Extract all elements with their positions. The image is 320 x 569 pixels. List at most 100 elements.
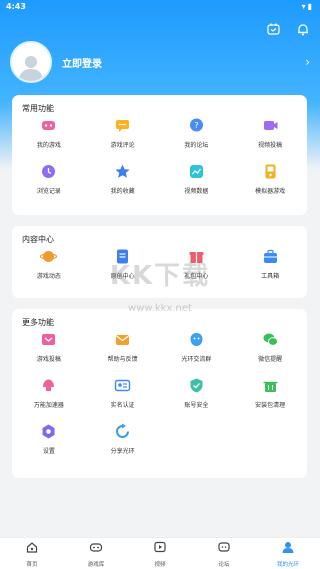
tab-4[interactable]: 我的光环 — [256, 538, 320, 569]
function-item-label: 我的论坛 — [184, 142, 209, 149]
function-item-label: 帮助与反馈 — [107, 356, 138, 363]
shield-icon — [188, 377, 205, 394]
function-item-label: 分享光环 — [110, 448, 135, 455]
help-icon — [114, 331, 131, 348]
share-icon — [114, 423, 131, 440]
comment-icon — [114, 117, 131, 134]
bottom-tab-bar: 首页 游戏库 视频 论坛 我的光环 — [0, 537, 320, 569]
star-icon — [114, 163, 131, 180]
function-item-label: 视频投稿 — [258, 142, 283, 149]
tab-label: 我的光环 — [276, 562, 299, 568]
home-icon — [25, 539, 39, 558]
status-bar: 4:43 ▾▮ — [0, 0, 320, 14]
function-item[interactable]: ? 我的论坛 — [160, 117, 234, 149]
section-title: 更多功能 — [22, 318, 54, 327]
svg-text:?: ? — [194, 121, 198, 130]
toolbox-icon — [262, 248, 279, 265]
gear-icon — [40, 423, 57, 440]
function-item[interactable]: 账号安全 — [160, 377, 234, 409]
function-item-label: 游戏投稿 — [36, 356, 61, 363]
section-content-center: 内容中心 游戏动态 原创中心 礼包中心 工具箱 — [12, 226, 307, 298]
function-item[interactable]: 原创中心 — [86, 248, 160, 280]
tab-3[interactable]: 论坛 — [192, 538, 256, 569]
function-item[interactable]: 光环交流群 — [160, 331, 234, 363]
function-item[interactable]: 游戏投稿 — [12, 331, 86, 363]
game-submit-icon — [40, 331, 57, 348]
chart-icon — [188, 163, 205, 180]
section-more-functions: 更多功能 游戏投稿 帮助与反馈 光环交流群 微信提醒万能加速器 实名认证 账号安全 安装包清… — [12, 309, 307, 478]
function-item[interactable]: 视频投稿 — [233, 117, 307, 149]
function-item-label: 视频数据 — [184, 188, 209, 195]
function-item[interactable]: 礼包中心 — [160, 248, 234, 280]
function-grid: 游戏投稿 帮助与反馈 光环交流群 微信提醒万能加速器 实名认证 账号安全 安装包清理设置 分享… — [12, 331, 307, 455]
emulator-icon — [262, 163, 279, 180]
profile-row[interactable]: 立即登录 › — [10, 41, 310, 83]
video-upload-icon — [262, 117, 279, 134]
function-item[interactable]: 万能加速器 — [12, 377, 86, 409]
function-item-label: 我的收藏 — [110, 188, 135, 195]
function-item-label: 原创中心 — [110, 273, 135, 280]
function-item[interactable]: 分享光环 — [86, 423, 160, 455]
wechat-icon — [262, 331, 279, 348]
tab-label: 视频 — [154, 562, 166, 568]
bell-icon[interactable] — [296, 22, 310, 36]
section-common-functions: 常用功能 我的游戏 游戏评论? 我的论坛 视频投稿 浏览记录 我的收藏 视频数据 模拟器游戏 — [12, 95, 307, 215]
function-item-label: 模拟器游戏 — [255, 188, 286, 195]
function-grid: 我的游戏 游戏评论? 我的论坛 视频投稿 浏览记录 我的收藏 视频数据 模拟器游戏 — [12, 117, 307, 195]
document-icon — [114, 248, 131, 265]
function-item[interactable]: 微信提醒 — [233, 331, 307, 363]
cleaner-icon — [262, 377, 279, 394]
header-actions — [266, 22, 310, 36]
function-item-label: 浏览记录 — [36, 188, 61, 195]
gamepad-icon — [89, 539, 103, 558]
function-item[interactable]: 安装包清理 — [233, 377, 307, 409]
section-title: 常用功能 — [22, 104, 54, 113]
function-item[interactable]: 游戏评论 — [86, 117, 160, 149]
chevron-right-icon[interactable]: › — [305, 55, 310, 69]
function-item[interactable]: 浏览记录 — [12, 163, 86, 195]
function-item[interactable]: 帮助与反馈 — [86, 331, 160, 363]
forum-icon: ? — [188, 117, 205, 134]
function-item-label: 万能加速器 — [33, 402, 64, 409]
function-item-label: 工具箱 — [261, 273, 280, 280]
function-item-label: 礼包中心 — [184, 273, 209, 280]
function-item-label: 实名认证 — [110, 402, 135, 409]
section-title: 内容中心 — [22, 235, 54, 244]
function-grid: 游戏动态 原创中心 礼包中心 工具箱 — [12, 248, 307, 280]
calendar-icon[interactable] — [266, 22, 280, 36]
gift-icon — [188, 248, 205, 265]
status-time: 4:43 — [6, 2, 26, 11]
tab-label: 论坛 — [218, 562, 230, 568]
game-icon — [40, 117, 57, 134]
chat-group-icon — [188, 331, 205, 348]
function-item-label: 微信提醒 — [258, 356, 283, 363]
function-item-label: 游戏动态 — [36, 273, 61, 280]
me-icon — [281, 539, 295, 558]
tab-1[interactable]: 游戏库 — [64, 538, 128, 569]
function-item-label: 我的游戏 — [36, 142, 61, 149]
function-item[interactable]: 实名认证 — [86, 377, 160, 409]
function-item[interactable]: 视频数据 — [160, 163, 234, 195]
tab-0[interactable]: 首页 — [0, 538, 64, 569]
function-item-label: 设置 — [42, 448, 55, 455]
function-item[interactable]: 工具箱 — [233, 248, 307, 280]
forum-tab-icon — [217, 539, 231, 558]
status-icons: ▾▮ — [302, 2, 314, 11]
function-item[interactable]: 我的收藏 — [86, 163, 160, 195]
function-item[interactable]: 设置 — [12, 423, 86, 455]
login-link[interactable]: 立即登录 — [62, 55, 305, 70]
battery-icon: ▮ — [307, 2, 314, 11]
function-item[interactable]: 模拟器游戏 — [233, 163, 307, 195]
accelerator-icon — [40, 377, 57, 394]
tab-label: 游戏库 — [87, 562, 105, 568]
function-item-label: 光环交流群 — [181, 356, 212, 363]
function-item-label: 安装包清理 — [255, 402, 286, 409]
function-item[interactable]: 游戏动态 — [12, 248, 86, 280]
id-card-icon — [114, 377, 131, 394]
avatar[interactable] — [10, 41, 52, 83]
tab-2[interactable]: 视频 — [128, 538, 192, 569]
function-item-label: 游戏评论 — [110, 142, 135, 149]
function-item[interactable]: 我的游戏 — [12, 117, 86, 149]
tab-label: 首页 — [26, 562, 38, 568]
planet-icon — [40, 248, 58, 265]
